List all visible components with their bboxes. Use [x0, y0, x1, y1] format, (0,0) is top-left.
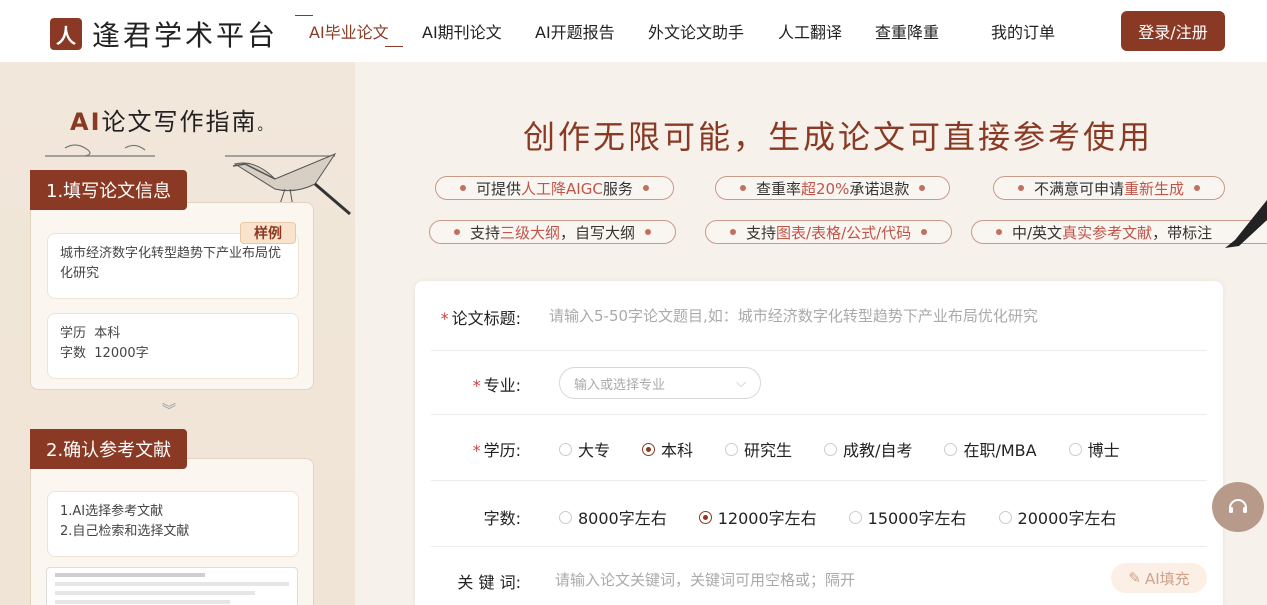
feature-pill-references: 中/英文 真实参考文献 ，带标注: [971, 220, 1267, 244]
headline: 创作无限可能，生成论文可直接参考使用: [523, 118, 1154, 156]
major-select[interactable]: 输入或选择专业 ⌵: [559, 367, 761, 399]
guide-title-ai: AI: [70, 108, 102, 136]
guide-title: AI论文写作指南。: [70, 108, 274, 136]
nav-translation[interactable]: 人工翻译: [778, 19, 842, 43]
reference-screenshot-thumbnail: [46, 567, 298, 605]
thesis-form: * 论文标题: 请输入5-50字论文题目,如：城市经济数字化转型趋势下产业布局优化…: [415, 281, 1223, 605]
site-logo[interactable]: 人 逢君学术平台: [50, 14, 278, 54]
feature-pill-charts: 支持 图表/表格/公式/代码: [705, 220, 953, 244]
chevron-down-icon: ⌵: [736, 375, 746, 391]
title-label: * 论文标题:: [440, 309, 521, 328]
major-placeholder: 输入或选择专业: [574, 377, 666, 393]
nav-my-orders[interactable]: 我的订单: [991, 19, 1055, 43]
wordcount-row: 字数: 8000字左右 12000字左右 15000字左右 20000字左右: [431, 481, 1207, 547]
nav-ai-thesis[interactable]: AI毕业论文: [295, 15, 403, 47]
edu-option-mba[interactable]: 在职/MBA: [944, 437, 1037, 461]
feature-pill-outline: 支持 三级大纲 ，自写大纲: [429, 220, 677, 244]
words-option-8000[interactable]: 8000字左右: [559, 505, 667, 529]
words-value: 12000字: [94, 346, 149, 361]
major-label: * 专业:: [472, 376, 521, 395]
sample-title: 城市经济数字化转型趋势下产业布局优化研究: [60, 246, 282, 281]
edu-label: 学历: [60, 326, 87, 341]
wordcount-radio-group: 8000字左右 12000字左右 15000字左右 20000字左右: [559, 505, 1148, 529]
ai-fill-button[interactable]: ✎ AI填充: [1111, 563, 1207, 593]
wordcount-label: 字数:: [483, 509, 521, 528]
sample-badge: 样例: [240, 222, 296, 244]
nav-ai-journal[interactable]: AI期刊论文: [422, 19, 502, 43]
edu-option-dazhuan[interactable]: 大专: [559, 437, 610, 461]
ref-option-ai: 1.AI选择参考文献: [60, 504, 164, 519]
ai-fill-label: AI填充: [1144, 569, 1190, 588]
edu-option-graduate[interactable]: 研究生: [725, 437, 792, 461]
keywords-input[interactable]: 请输入论文关键词，关键词可用空格或；隔开: [555, 569, 855, 590]
edu-option-benke[interactable]: 本科: [642, 437, 693, 461]
ref-option-manual: 2.自己检索和选择文献: [60, 524, 190, 539]
words-option-15000[interactable]: 15000字左右: [848, 505, 967, 529]
sample-info-box: 学历 本科 字数 12000字: [47, 313, 299, 379]
edu-value: 本科: [94, 326, 121, 341]
brush-pen-decoration: [1225, 200, 1267, 248]
step1-label: 1.填写论文信息: [30, 170, 188, 210]
login-register-button[interactable]: 登录/注册: [1121, 11, 1225, 51]
words-option-12000[interactable]: 12000字左右: [698, 505, 817, 529]
education-row: * 学历: 大专 本科 研究生 成教/自考 在职/MBA 博士: [431, 415, 1207, 481]
step2-label: 2.确认参考文献: [30, 429, 188, 469]
words-option-20000[interactable]: 20000字左右: [998, 505, 1116, 529]
major-row: * 专业: 输入或选择专业 ⌵: [431, 351, 1207, 415]
feature-pill-regenerate: 不满意可申请 重新生成: [993, 176, 1226, 200]
words-label: 字数: [60, 346, 87, 361]
magic-pen-icon: ✎: [1128, 569, 1141, 587]
feature-pill-refund: 查重率 超20% 承诺退款: [715, 176, 951, 200]
nav-ai-proposal[interactable]: AI开题报告: [535, 19, 615, 43]
education-radio-group: 大专 本科 研究生 成教/自考 在职/MBA 博士: [559, 437, 1152, 461]
title-row: * 论文标题: 请输入5-50字论文题目,如：城市经济数字化转型趋势下产业布局优化…: [431, 281, 1207, 351]
main-content: 创作无限可能，生成论文可直接参考使用 可提供 人工降AIGC 服务 查重率 超20% 承…: [355, 62, 1267, 605]
logo-text: 逢君学术平台: [92, 19, 279, 52]
customer-service-button[interactable]: [1212, 482, 1264, 532]
ref-options-box: 1.AI选择参考文献 2.自己检索和选择文献: [47, 491, 299, 557]
chevron-down-icon: ︾: [162, 403, 176, 419]
education-label: * 学历:: [472, 441, 521, 460]
guide-sidebar: AI论文写作指南。 城市经济数字化转型趋势下产业布局优化研究 学历 本科 字数 …: [0, 62, 355, 605]
guide-title-text: 论文写作指南: [101, 108, 258, 136]
edu-option-phd[interactable]: 博士: [1068, 437, 1120, 461]
keywords-label: 关 键 词:: [457, 573, 521, 592]
edu-option-adult[interactable]: 成教/自考: [824, 437, 912, 461]
logo-icon: 人: [50, 18, 82, 50]
top-header: 人 逢君学术平台 AI毕业论文 AI期刊论文 AI开题报告 外文论文助手 人工翻…: [0, 0, 1267, 62]
headset-icon: [1229, 499, 1247, 513]
feature-pill-aigc: 可提供 人工降AIGC 服务: [435, 176, 674, 200]
nav-foreign-paper[interactable]: 外文论文助手: [648, 19, 744, 43]
nav-plagiarism[interactable]: 查重降重: [875, 19, 939, 43]
title-input[interactable]: 请输入5-50字论文题目,如：城市经济数字化转型趋势下产业布局优化研究: [549, 305, 1038, 326]
